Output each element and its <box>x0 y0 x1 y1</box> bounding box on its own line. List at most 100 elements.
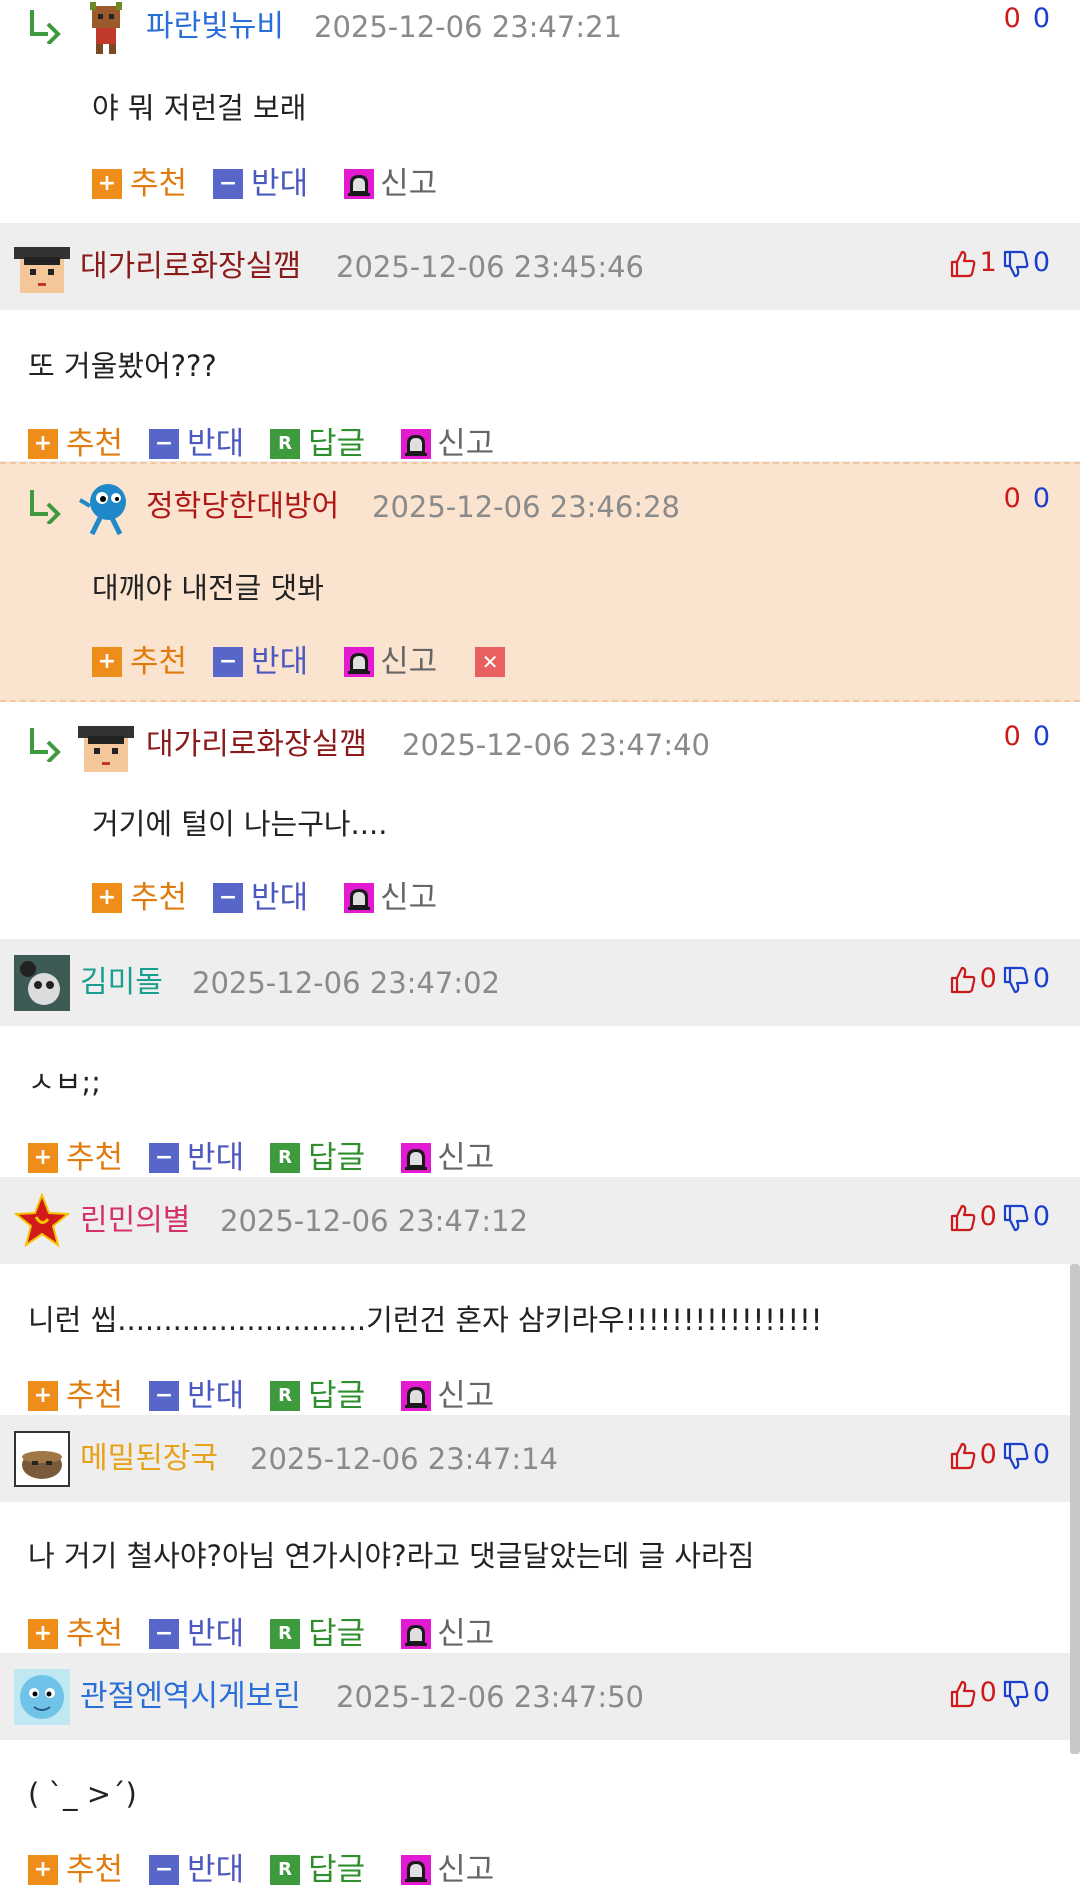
oppose-button[interactable]: − 반대 <box>149 1138 244 1178</box>
siren-icon <box>401 1855 432 1885</box>
report-button[interactable]: 신고 <box>344 164 437 204</box>
thumbs-down-icon[interactable] <box>1003 250 1029 278</box>
oppose-button[interactable]: − 반대 <box>149 1614 244 1654</box>
reply-icon: R <box>270 1855 301 1885</box>
oppose-button[interactable]: − 반대 <box>213 164 308 204</box>
oppose-label: 반대 <box>251 166 309 202</box>
scrollbar[interactable] <box>1070 1264 1080 1754</box>
close-icon: ✕ <box>475 647 506 677</box>
thumbs-up-icon[interactable] <box>950 1204 976 1232</box>
vote-counts: 00 <box>950 1436 1050 1474</box>
report-label: 신고 <box>437 1140 495 1176</box>
comment-reply: 대가리로화장실깸 2025-12-06 23:47:40 00 거기에 털이 나… <box>0 702 1080 940</box>
thumbs-up-icon[interactable] <box>950 966 976 994</box>
recommend-button[interactable]: + 추천 <box>92 642 187 682</box>
thumbs-up-icon[interactable] <box>950 1680 976 1708</box>
nickname[interactable]: 김미돌 <box>80 964 163 1002</box>
bowl-avatar-icon <box>14 1431 70 1487</box>
creature-avatar-icon <box>14 955 70 1011</box>
comment-text: 거기에 털이 나는구나.... <box>92 807 388 841</box>
blue-fish-avatar-icon <box>78 484 126 536</box>
nickname[interactable]: 대가리로화장실깸 <box>80 248 301 286</box>
vote-counts: 00 <box>950 1674 1050 1712</box>
recommend-icon: + <box>92 169 122 199</box>
nickname[interactable]: 메밀된장국 <box>80 1440 218 1478</box>
report-button[interactable]: 신고 <box>401 1850 494 1890</box>
report-button[interactable]: 신고 <box>401 424 494 464</box>
report-button[interactable]: 신고 <box>401 1614 494 1654</box>
timestamp: 2025-12-06 23:46:28 <box>372 490 680 524</box>
nickname[interactable]: 대가리로화장실깸 <box>146 726 367 764</box>
comment-actions: + 추천 − 반대 R 답글 신고 <box>28 1850 520 1890</box>
recommend-label: 추천 <box>66 1616 124 1652</box>
thumbs-up-icon[interactable] <box>950 1442 976 1470</box>
delete-button[interactable]: ✕ <box>475 647 513 677</box>
comment-text: ㅅㅂ;; <box>28 1065 101 1099</box>
avatar <box>78 718 134 774</box>
recommend-button[interactable]: + 추천 <box>92 878 187 918</box>
oppose-button[interactable]: − 반대 <box>213 642 308 682</box>
recommend-button[interactable]: + 추천 <box>28 1376 123 1416</box>
avatar <box>78 480 134 536</box>
nickname[interactable]: 관절엔역시게보린 <box>80 1678 301 1716</box>
comment-text: 대깨야 내전글 댓봐 <box>92 571 324 605</box>
recommend-button[interactable]: + 추천 <box>28 424 123 464</box>
timestamp: 2025-12-06 23:47:21 <box>314 10 622 44</box>
reply-button[interactable]: R 답글 <box>270 1850 365 1890</box>
report-button[interactable]: 신고 <box>401 1376 494 1416</box>
thumbs-up-icon[interactable] <box>950 250 976 278</box>
report-button[interactable]: 신고 <box>344 642 437 682</box>
oppose-icon: − <box>149 1619 180 1649</box>
up-count: 0 <box>1003 721 1021 752</box>
recommend-icon: + <box>28 1143 58 1173</box>
reply-button[interactable]: R 답글 <box>270 1376 365 1416</box>
report-button[interactable]: 신고 <box>401 1138 494 1178</box>
timestamp: 2025-12-06 23:47:12 <box>220 1204 528 1238</box>
oppose-icon: − <box>213 883 244 913</box>
nickname[interactable]: 파란빛뉴비 <box>146 8 284 46</box>
recommend-icon: + <box>92 647 122 677</box>
recommend-button[interactable]: + 추천 <box>28 1614 123 1654</box>
oppose-button[interactable]: − 반대 <box>149 1376 244 1416</box>
nickname[interactable]: 정학당한대방어 <box>146 488 339 526</box>
reply-button[interactable]: R 답글 <box>270 424 365 464</box>
oppose-label: 반대 <box>251 880 309 916</box>
recommend-icon: + <box>28 1381 58 1411</box>
recommend-button[interactable]: + 추천 <box>28 1138 123 1178</box>
oppose-icon: − <box>149 1855 180 1885</box>
vote-counts: 00 <box>1004 0 1050 38</box>
report-label: 신고 <box>437 426 495 462</box>
timestamp: 2025-12-06 23:47:50 <box>336 1680 644 1714</box>
recommend-label: 추천 <box>130 166 188 202</box>
siren-icon <box>401 1143 432 1173</box>
oppose-button[interactable]: − 반대 <box>149 1850 244 1890</box>
recommend-button[interactable]: + 추천 <box>28 1850 123 1890</box>
oppose-label: 반대 <box>187 1378 245 1414</box>
comment-text: 니런 씹...........................기런건 혼자 삼키… <box>28 1303 823 1337</box>
vote-counts: 00 <box>1004 480 1050 518</box>
reply-button[interactable]: R 답글 <box>270 1138 365 1178</box>
thumbs-down-icon[interactable] <box>1003 966 1029 994</box>
comment: 린민의별 2025-12-06 23:47:12 00 니런 씹........… <box>0 1178 1080 1416</box>
vote-counts: 10 <box>950 244 1050 282</box>
oppose-button[interactable]: − 반대 <box>213 878 308 918</box>
comment-actions: + 추천 − 반대 R 답글 신고 <box>28 1138 520 1178</box>
report-button[interactable]: 신고 <box>344 878 437 918</box>
thumbs-down-icon[interactable] <box>1003 1680 1029 1708</box>
oppose-label: 반대 <box>187 426 245 462</box>
vote-counts: 00 <box>1004 718 1050 756</box>
report-label: 신고 <box>437 1616 495 1652</box>
comment: 메밀된장국 2025-12-06 23:47:14 00 나 거기 철사야?아님… <box>0 1416 1080 1654</box>
reply-button[interactable]: R 답글 <box>270 1614 365 1654</box>
comment-text: 또 거울봤어??? <box>28 349 217 383</box>
down-count: 0 <box>1032 1677 1050 1708</box>
nickname[interactable]: 린민의별 <box>80 1202 190 1240</box>
recommend-button[interactable]: + 추천 <box>92 164 187 204</box>
up-count: 0 <box>979 1201 997 1232</box>
thumbs-down-icon[interactable] <box>1003 1442 1029 1470</box>
oppose-button[interactable]: − 반대 <box>149 424 244 464</box>
siren-icon <box>401 429 432 459</box>
oppose-icon: − <box>149 1381 180 1411</box>
timestamp: 2025-12-06 23:45:46 <box>336 250 644 284</box>
thumbs-down-icon[interactable] <box>1003 1204 1029 1232</box>
